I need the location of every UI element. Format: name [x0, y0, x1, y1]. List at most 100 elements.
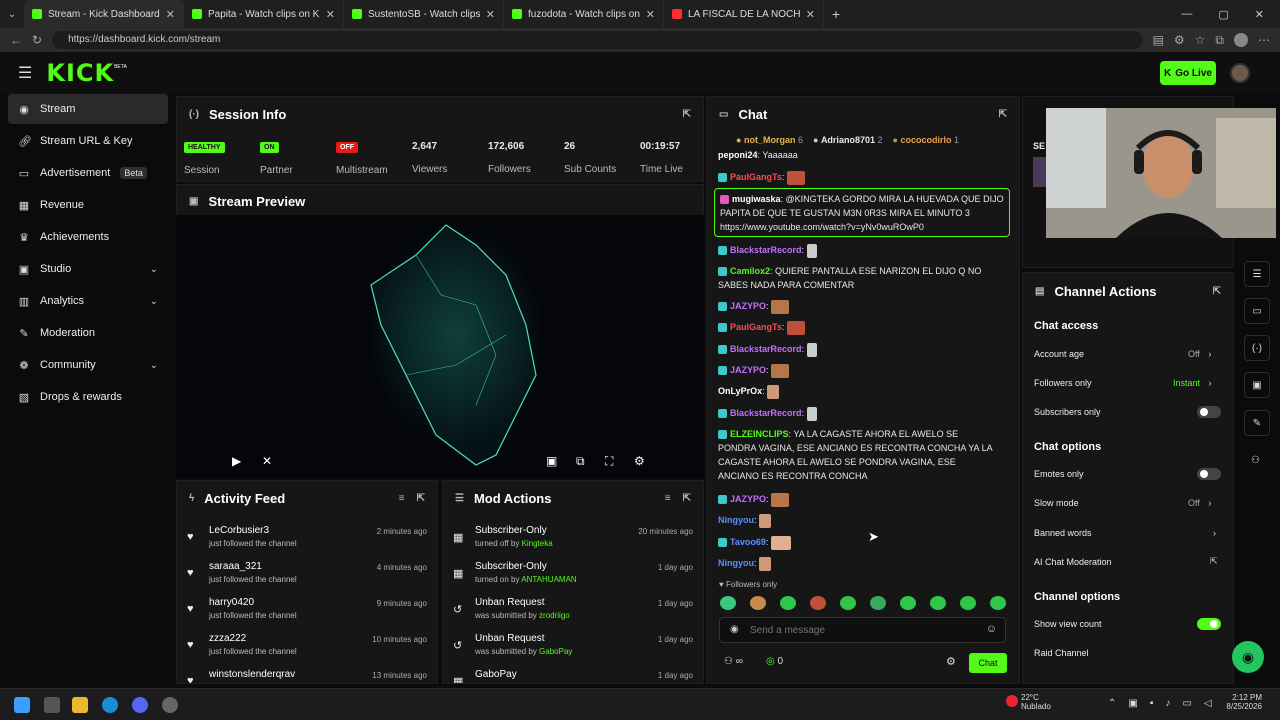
discord-icon[interactable]: [132, 697, 148, 713]
tray-app-icon[interactable]: ▪: [1150, 698, 1154, 709]
emote-icon[interactable]: [930, 596, 946, 610]
list-item[interactable]: ♥ saraaa_321 just followed the channel 4 mi…: [177, 559, 437, 595]
list-item[interactable]: ♥ harry0420 just followed the channel 9 min…: [177, 595, 437, 631]
close-icon[interactable]: ✕: [806, 8, 815, 21]
chat-message[interactable]: JAZYPO:: [718, 363, 1008, 378]
chat-message[interactable]: JAZYPO:: [718, 492, 1008, 507]
emote-icon[interactable]: [720, 596, 736, 610]
chat-username[interactable]: Ningyou: [718, 558, 754, 568]
sidebar-item-revenue[interactable]: ▦ Revenue: [8, 190, 168, 220]
refresh-icon[interactable]: ↻: [32, 33, 42, 47]
browser-tab[interactable]: fuzodota - Watch clips on Kick ✕: [504, 0, 664, 28]
chat-message[interactable]: Camilox2: QUIERE PANTALLA ESE NARIZON EL…: [718, 264, 1008, 292]
stream-preview-video[interactable]: [176, 215, 704, 478]
cam-view-icon[interactable]: ▣: [1244, 372, 1270, 398]
browser-tab[interactable]: Papita - Watch clips on Kick ✕: [184, 0, 344, 28]
emote-icon[interactable]: [990, 596, 1006, 610]
chat-username[interactable]: ELZEINCLIPS: [730, 429, 789, 439]
chatters-infinity-icon[interactable]: ⚇ ∞: [724, 656, 743, 667]
close-window-icon[interactable]: ✕: [1255, 8, 1264, 21]
url-field[interactable]: https://dashboard.kick.com/stream: [52, 31, 1143, 49]
tools-icon[interactable]: ✎: [1244, 410, 1270, 436]
collections-icon[interactable]: ⧉: [1215, 33, 1224, 48]
fullscreen-icon[interactable]: ⛶: [605, 454, 613, 469]
clock[interactable]: 2:12 PM 8/25/2026: [1222, 693, 1262, 711]
chat-message[interactable]: BlackstarRecord:: [718, 406, 1008, 421]
chat-username[interactable]: mugiwaska: [732, 194, 781, 204]
chat-username[interactable]: BlackstarRecord: [730, 344, 802, 354]
chat-username[interactable]: BlackstarRecord: [730, 408, 802, 418]
list-item[interactable]: ▦ Subscriber-Only turned off by Kingteka 20…: [443, 523, 703, 559]
badge-picker-icon[interactable]: ◉: [730, 624, 739, 635]
sidebar-item-drops[interactable]: ▧ Drops & rewards: [8, 382, 168, 412]
top-gifter[interactable]: ● Adriano8701 2: [813, 135, 883, 145]
task-view-icon[interactable]: [44, 697, 60, 713]
emoji-picker-icon[interactable]: ☺: [986, 623, 997, 635]
extensions-icon[interactable]: ⚙: [1174, 33, 1185, 47]
popout-icon[interactable]: ⇱: [417, 493, 425, 504]
support-chat-icon[interactable]: ◉: [1232, 641, 1264, 673]
pip-icon[interactable]: ⧉: [576, 454, 585, 469]
popout-icon[interactable]: ⇱: [683, 493, 691, 504]
subscribers-only-toggle[interactable]: [1197, 406, 1221, 418]
top-gifter[interactable]: ● not_Morgan 6: [736, 135, 803, 145]
show-view-count-toggle[interactable]: [1197, 618, 1221, 630]
close-icon[interactable]: ✕: [486, 8, 495, 21]
list-item[interactable]: ♥ LeCorbusier3 just followed the channel 2 …: [177, 523, 437, 559]
browser-tab[interactable]: Stream - Kick Dashboard ✕: [24, 0, 184, 28]
broadcast-view-icon[interactable]: (·): [1244, 335, 1270, 361]
filter-icon[interactable]: ≡: [399, 493, 405, 504]
edge-browser-icon[interactable]: [102, 697, 118, 713]
emote-icon[interactable]: [780, 596, 796, 610]
chat-message[interactable]: mugiwaska: @KINGTEKA GORDO MIRA LA HUEVA…: [720, 192, 1004, 234]
kick-logo[interactable]: KICK: [46, 59, 114, 87]
filter-icon[interactable]: ≡: [665, 493, 671, 504]
microphone-icon[interactable]: ♪: [1165, 698, 1170, 709]
mute-icon[interactable]: ✕: [262, 454, 272, 468]
chat-message[interactable]: BlackstarRecord:: [718, 243, 1008, 258]
chat-message[interactable]: BlackstarRecord:: [718, 342, 1008, 357]
chat-message[interactable]: OnLyPrOx:: [718, 384, 1008, 399]
sidebar-item-community[interactable]: ❁ Community ⌄: [8, 350, 168, 380]
list-item[interactable]: ♥ winstonslenderqrav 13 minutes ago: [177, 667, 437, 683]
avatar[interactable]: [1230, 63, 1250, 83]
chat-username[interactable]: JAZYPO: [730, 365, 766, 375]
profile-icon[interactable]: [1234, 33, 1248, 47]
list-item[interactable]: ↺ Unban Request was submitted by zrodriigo…: [443, 595, 703, 631]
maximize-icon[interactable]: ▢: [1218, 8, 1228, 21]
file-explorer-icon[interactable]: [72, 697, 88, 713]
chat-message[interactable]: Ningyou:: [718, 556, 1008, 571]
chat-view-icon[interactable]: ▭: [1244, 298, 1270, 324]
top-gifter[interactable]: ● cococodirlo 1: [893, 135, 960, 145]
close-icon[interactable]: ✕: [166, 8, 175, 21]
chat-message[interactable]: PaulGangTs:: [718, 320, 1008, 335]
account-age-setting[interactable]: Off ›: [1188, 349, 1211, 359]
chat-message[interactable]: peponi24: Yaaaaaa: [718, 148, 1008, 162]
chat-message[interactable]: JAZYPO:: [718, 299, 1008, 314]
list-item[interactable]: ▦ GaboPay 1 day ago: [443, 667, 703, 683]
sidebar-item-achievements[interactable]: ♛ Achievements: [8, 222, 168, 252]
windows-start-icon[interactable]: [14, 697, 30, 713]
mod-action-user[interactable]: GaboPay: [539, 647, 572, 656]
mod-action-user[interactable]: ANTAHUAMAN: [521, 575, 576, 584]
popout-icon[interactable]: ⇱: [683, 109, 691, 120]
close-icon[interactable]: ✕: [646, 8, 655, 21]
obs-icon[interactable]: [162, 697, 178, 713]
close-icon[interactable]: ✕: [326, 8, 335, 21]
hamburger-menu-icon[interactable]: ☰: [18, 63, 32, 83]
chat-username[interactable]: peponi24: [718, 150, 758, 160]
chat-username[interactable]: PaulGangTs: [730, 322, 782, 332]
emote-icon[interactable]: [750, 596, 766, 610]
chat-input[interactable]: [750, 622, 970, 638]
emote-icon[interactable]: [840, 596, 856, 610]
send-chat-button[interactable]: Chat: [969, 653, 1007, 673]
chat-settings-icon[interactable]: ⚙: [946, 655, 956, 668]
community-rail-icon[interactable]: ⚇: [1251, 455, 1260, 466]
minimize-icon[interactable]: —: [1181, 8, 1192, 21]
chat-username[interactable]: PaulGangTs: [730, 172, 782, 182]
list-item[interactable]: ↺ Unban Request was submitted by GaboPay 1 …: [443, 631, 703, 667]
emote-icon[interactable]: [960, 596, 976, 610]
tray-app-icon[interactable]: ▣: [1128, 698, 1137, 709]
chat-message[interactable]: ELZEINCLIPS: YA LA CAGASTE AHORA EL AWEL…: [718, 427, 998, 483]
tray-chevron-icon[interactable]: ⌃: [1108, 698, 1116, 709]
